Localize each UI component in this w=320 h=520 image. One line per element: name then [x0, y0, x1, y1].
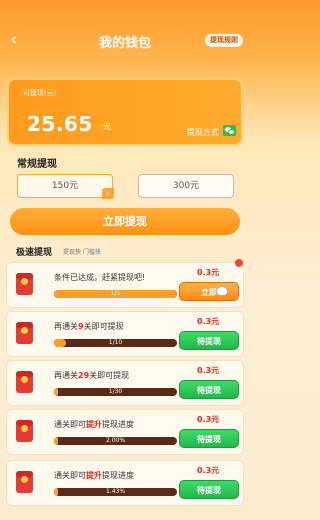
- task-reward: 0.3元: [197, 415, 220, 424]
- task-card: 通关即可提升提现进度 1.43% 0.3元 待提现: [6, 460, 244, 506]
- task-text-part: 提现进度: [102, 471, 134, 480]
- task-progress-bar: 2.00%: [54, 437, 177, 445]
- task-description: 再通关9关即可提现: [54, 321, 124, 332]
- balance-unit: 元: [103, 122, 111, 131]
- progress-text: 1/1: [110, 290, 121, 297]
- task-description: 通关即可提升提现进度: [54, 470, 134, 481]
- amount-option-label: 300元: [172, 181, 200, 191]
- withdraw-now-button[interactable]: 立即提现: [10, 208, 240, 235]
- red-envelope-icon: [16, 322, 33, 344]
- task-progress-bar: 1/30: [54, 388, 177, 396]
- task-progress-bar: 1/10: [54, 339, 177, 347]
- task-description: 条件已达成，赶紧提现吧!: [54, 272, 145, 283]
- task-reward: 0.3元: [197, 317, 220, 326]
- red-envelope-icon: [16, 371, 33, 393]
- task-pending-button[interactable]: 待提现: [179, 480, 239, 499]
- fast-withdraw-title: 极速提现: [16, 248, 53, 258]
- task-card: 再通关9关即可提现 1/10 0.3元 待提现: [6, 311, 244, 357]
- red-envelope-icon: [16, 420, 33, 442]
- task-card: 再通关29关即可提现 1/30 0.3元 待提现: [6, 360, 244, 406]
- wechat-icon[interactable]: [223, 125, 236, 136]
- pointing-hand-icon: [216, 286, 228, 296]
- task-button-label: 立即: [201, 288, 217, 297]
- task-reward: 0.3元: [197, 366, 220, 375]
- task-text-part: 提现进度: [102, 420, 134, 429]
- task-text-highlight: 29: [78, 371, 90, 380]
- task-card: 通关即可提升提现进度 2.00% 0.3元 待提现: [6, 409, 244, 455]
- fast-withdraw-subtitle: 提现快 门槛快: [63, 249, 101, 256]
- withdraw-rules-button[interactable]: 提现规则: [204, 33, 244, 48]
- task-description: 通关即可提升提现进度: [54, 419, 134, 430]
- task-text-part: 再通关: [54, 322, 78, 331]
- progress-text: 1.43%: [105, 488, 126, 495]
- task-pending-button[interactable]: 待提现: [179, 380, 239, 399]
- task-text-part: 关即可提现: [89, 371, 130, 380]
- task-text-highlight: 提升: [86, 420, 102, 429]
- withdraw-method-label[interactable]: 提现方式: [187, 127, 219, 138]
- task-text-part: 关即可提现: [83, 322, 124, 331]
- task-progress-bar: 1/1: [54, 290, 177, 298]
- task-card: 条件已达成，赶紧提现吧! 1/1 0.3元 立即: [6, 259, 244, 308]
- task-text-part: 条件已达成，: [54, 273, 102, 282]
- task-pending-button[interactable]: 待提现: [179, 331, 239, 350]
- task-description: 再通关29关即可提现: [54, 370, 129, 381]
- red-envelope-icon: [16, 273, 33, 295]
- amount-option-150[interactable]: 150元 ✓: [17, 174, 114, 199]
- task-reward: 0.3元: [197, 268, 220, 277]
- amount-option-label: 150元: [51, 181, 79, 191]
- task-text-part: 通关即可: [54, 471, 86, 480]
- balance-value: 25.65: [27, 112, 93, 136]
- check-icon: ✓: [102, 188, 114, 199]
- task-withdraw-button[interactable]: 立即: [179, 282, 239, 301]
- task-progress-bar: 1.43%: [54, 488, 177, 496]
- task-reward: 0.3元: [197, 466, 220, 475]
- regular-withdraw-title: 常规提现: [17, 159, 57, 170]
- task-text-part: 赶紧提现吧!: [102, 273, 146, 282]
- balance-label: 可提现(元): [23, 89, 57, 97]
- progress-text: 2.00%: [105, 437, 126, 444]
- close-icon[interactable]: [235, 259, 243, 267]
- task-text-part: 再通关: [54, 371, 78, 380]
- balance-card: 可提现(元) 25.65 元 提现方式: [7, 78, 243, 146]
- header: ‹ 我的钱包 提现规则: [0, 0, 250, 70]
- task-text-highlight: 提升: [86, 471, 102, 480]
- amount-option-300[interactable]: 300元: [138, 174, 234, 198]
- progress-text: 1/30: [108, 388, 123, 395]
- task-text-part: 通关即可: [54, 420, 86, 429]
- task-pending-button[interactable]: 待提现: [179, 429, 239, 448]
- red-envelope-icon: [16, 471, 33, 493]
- progress-text: 1/10: [108, 339, 123, 346]
